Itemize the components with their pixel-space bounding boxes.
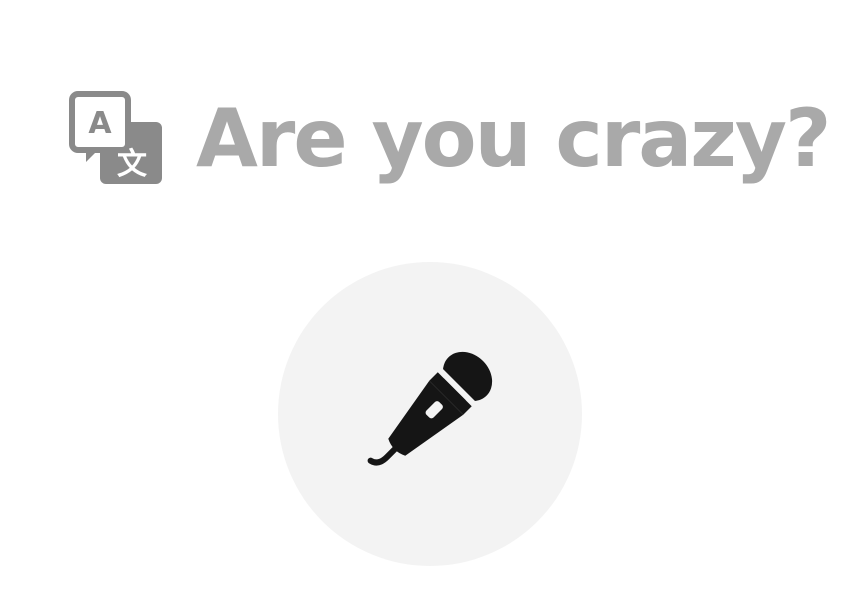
microphone-icon — [367, 351, 493, 466]
translate-icon[interactable]: A 文 — [66, 88, 168, 190]
prompt-text: Are you crazy? — [196, 92, 831, 185]
prompt-row: A 文 Are you crazy? — [66, 84, 831, 194]
translate-target-glyph: 文 — [117, 147, 147, 182]
speaking-exercise: A 文 Are you crazy? — [0, 0, 864, 600]
translate-source-glyph: A — [88, 106, 112, 141]
record-button[interactable] — [278, 262, 582, 566]
